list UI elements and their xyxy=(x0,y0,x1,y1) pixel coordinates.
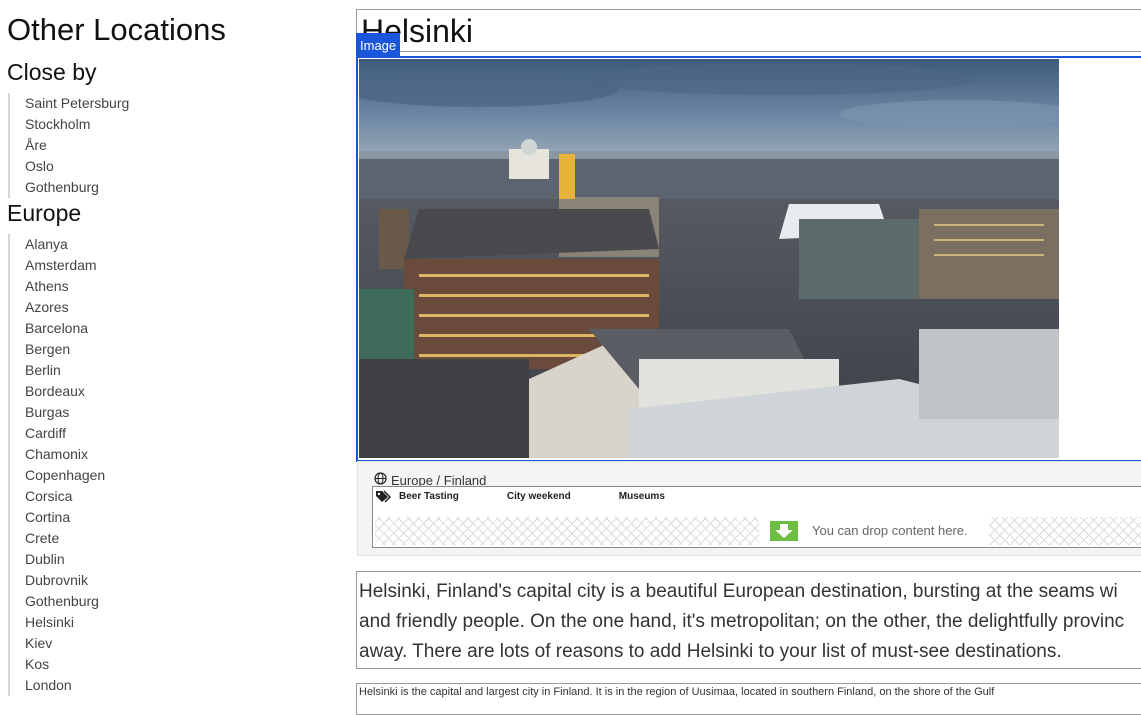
list-item[interactable]: London xyxy=(10,675,210,696)
list-item[interactable]: Kos xyxy=(10,654,210,675)
tag[interactable]: City weekend xyxy=(507,491,571,502)
tag-list: Beer Tasting City weekend Museums xyxy=(375,490,713,503)
list-item[interactable]: Saint Petersburg xyxy=(10,93,210,114)
body-text: Helsinki is the capital and largest city… xyxy=(359,686,995,698)
tags-panel: Beer Tasting City weekend Museums You ca… xyxy=(372,486,1141,548)
list-item[interactable]: Burgas xyxy=(10,402,210,423)
list-item[interactable]: Stockholm xyxy=(10,114,210,135)
list-item[interactable]: Amsterdam xyxy=(10,255,210,276)
list-item[interactable]: Alanya xyxy=(10,234,210,255)
list-item[interactable]: Corsica xyxy=(10,486,210,507)
intro-line: and friendly people. On the one hand, it… xyxy=(359,611,1125,632)
tags-icon xyxy=(375,490,391,503)
list-item[interactable]: Berlin xyxy=(10,360,210,381)
list-item[interactable]: Dublin xyxy=(10,549,210,570)
sidebar-title: Other Locations xyxy=(7,12,226,47)
list-item[interactable]: Gothenburg xyxy=(10,177,210,198)
close-by-list: Saint Petersburg Stockholm Åre Oslo Goth… xyxy=(8,93,210,198)
list-item[interactable]: Chamonix xyxy=(10,444,210,465)
list-item[interactable]: Athens xyxy=(10,276,210,297)
list-item[interactable]: Cortina xyxy=(10,507,210,528)
city-photo xyxy=(359,59,1059,458)
intro-line: Helsinki, Finland's capital city is a be… xyxy=(359,581,1118,602)
list-item[interactable]: Helsinki xyxy=(10,612,210,633)
tag[interactable]: Beer Tasting xyxy=(399,491,459,502)
list-item[interactable]: Gothenburg xyxy=(10,591,210,612)
drop-zone-text: You can drop content here. xyxy=(812,523,968,538)
intro-line: away. There are lots of reasons to add H… xyxy=(359,641,1062,662)
body-paragraph[interactable]: Helsinki is the capital and largest city… xyxy=(356,683,1141,715)
list-item[interactable]: Dubrovnik xyxy=(10,570,210,591)
list-item[interactable]: Azores xyxy=(10,297,210,318)
image-block[interactable] xyxy=(356,56,1141,462)
list-item[interactable]: Crete xyxy=(10,528,210,549)
list-item[interactable]: Oslo xyxy=(10,156,210,177)
list-item[interactable]: Kiev xyxy=(10,633,210,654)
image-block-label[interactable]: Image xyxy=(356,33,401,57)
drop-zone[interactable]: You can drop content here. xyxy=(373,517,1141,545)
sidebar: Other Locations Close by Saint Petersbur… xyxy=(0,0,340,696)
europe-list: Alanya Amsterdam Athens Azores Barcelona… xyxy=(8,234,210,696)
drop-zone-pattern-left xyxy=(375,517,759,545)
europe-heading: Europe xyxy=(7,200,82,226)
tag[interactable]: Museums xyxy=(619,491,665,502)
intro-paragraph[interactable]: Helsinki, Finland's capital city is a be… xyxy=(356,571,1141,669)
title-block[interactable]: Helsinki xyxy=(356,9,1141,52)
list-item[interactable]: Barcelona xyxy=(10,318,210,339)
list-item[interactable]: Cardiff xyxy=(10,423,210,444)
city-photo-illustration xyxy=(359,59,1059,458)
list-item[interactable]: Bordeaux xyxy=(10,381,210,402)
meta-panel: Europe / Finland Beer Tasting City weeke… xyxy=(357,461,1141,556)
close-by-heading: Close by xyxy=(7,59,97,85)
drop-zone-pattern-right xyxy=(989,517,1141,545)
drop-arrow-icon xyxy=(770,521,798,541)
list-item[interactable]: Copenhagen xyxy=(10,465,210,486)
list-item[interactable]: Åre xyxy=(10,135,210,156)
list-item[interactable]: Bergen xyxy=(10,339,210,360)
